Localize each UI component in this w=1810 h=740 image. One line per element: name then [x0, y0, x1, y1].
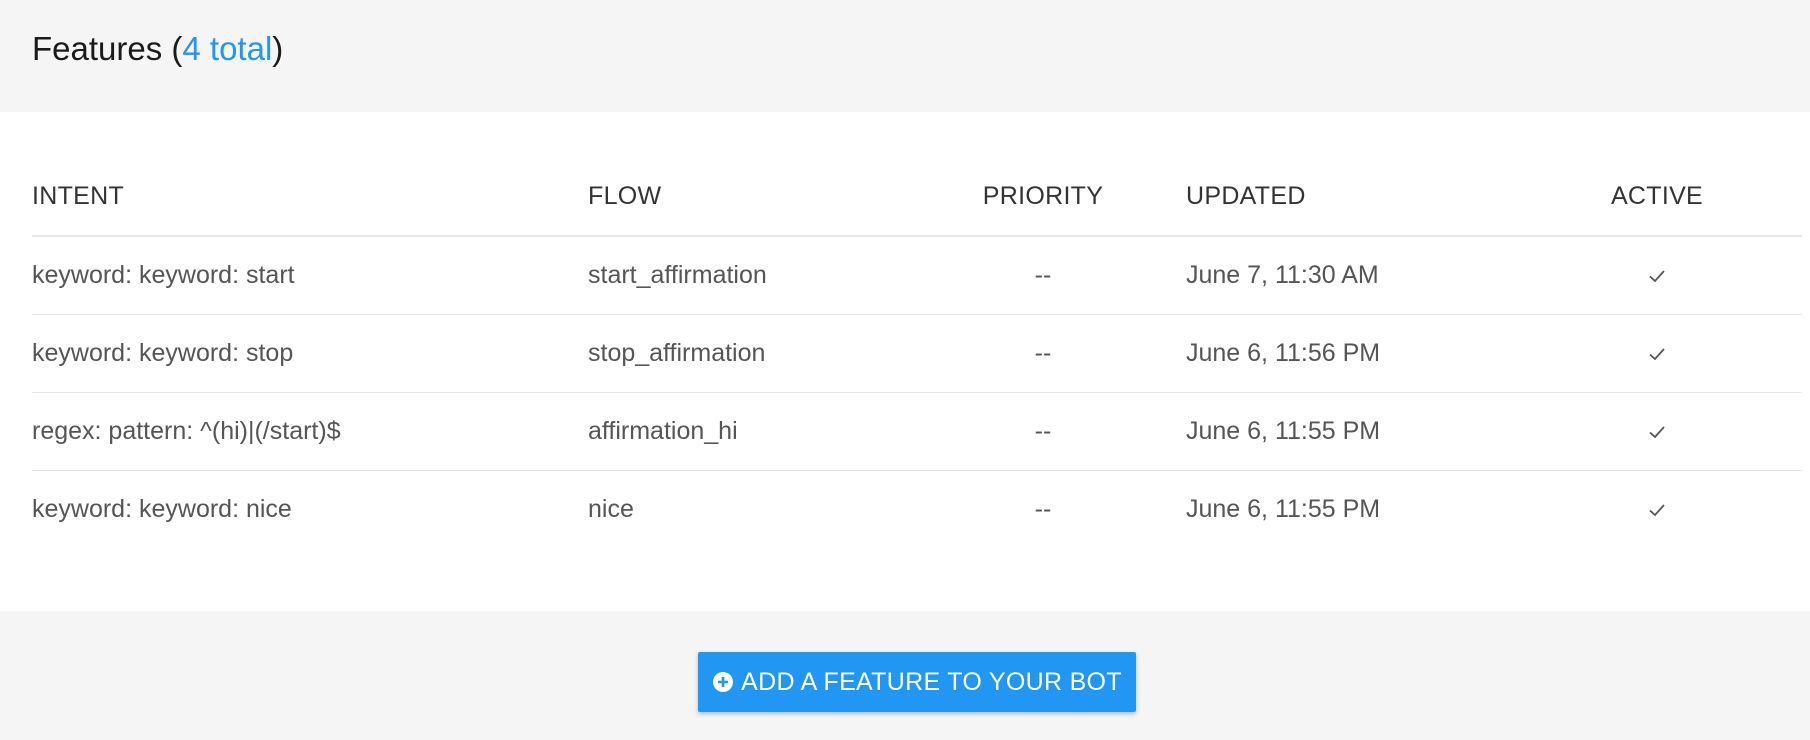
active-cell: [1552, 471, 1762, 549]
updated-cell: June 6, 11:56 PM: [1156, 314, 1552, 393]
features-panel: INTENT FLOW PRIORITY UPDATED ACTIVE keyw…: [0, 112, 1810, 611]
page-title-close: ): [272, 30, 284, 67]
flow-cell: affirmation_hi: [588, 392, 930, 471]
features-table: INTENT FLOW PRIORITY UPDATED ACTIVE keyw…: [32, 157, 1802, 548]
table-row[interactable]: keyword: keyword: start start_affirmatio…: [32, 236, 1802, 315]
table-row[interactable]: regex: pattern: ^(hi)|(/start)$ affirmat…: [32, 392, 1802, 471]
active-cell: [1552, 392, 1762, 471]
flow-cell: nice: [588, 495, 634, 523]
features-page: Features (4 total) INTENT FLOW PRIORITY …: [0, 0, 1810, 740]
active-cell: [1552, 236, 1762, 315]
row-spacer: [1762, 392, 1802, 471]
checkmark-icon: [1649, 270, 1665, 283]
total-count-link[interactable]: 4 total: [182, 30, 272, 67]
intent-cell: keyword: keyword: stop: [32, 314, 588, 393]
intent-cell: keyword: keyword: start: [32, 236, 588, 315]
page-footer: ADD A FEATURE TO YOUR BOT: [0, 611, 1810, 740]
priority-cell: --: [930, 392, 1156, 471]
intent-cell: keyword: keyword: nice: [32, 495, 292, 523]
page-title-text: Features (: [32, 30, 183, 67]
flow-cell: stop_affirmation: [588, 314, 930, 393]
intent-cell: regex: pattern: ^(hi)|(/start)$: [32, 392, 588, 471]
column-header-spacer: [1762, 157, 1802, 237]
checkmark-icon: [1649, 504, 1665, 517]
add-feature-button-label: ADD A FEATURE TO YOUR BOT: [741, 667, 1122, 696]
row-spacer: [1762, 314, 1802, 393]
column-header-updated: UPDATED: [1156, 157, 1552, 237]
checkmark-icon: [1649, 348, 1665, 361]
page-header: Features (4 total): [0, 0, 1810, 112]
add-feature-button[interactable]: ADD A FEATURE TO YOUR BOT: [698, 652, 1136, 712]
priority-cell: --: [1034, 495, 1052, 523]
flow-cell: start_affirmation: [588, 236, 930, 315]
column-header-flow: FLOW: [588, 157, 930, 237]
active-cell: [1552, 314, 1762, 393]
column-header-active: ACTIVE: [1552, 157, 1762, 237]
column-header-priority: PRIORITY: [930, 157, 1156, 237]
priority-cell: --: [930, 236, 1156, 315]
updated-cell: June 6, 11:55 PM: [1186, 495, 1381, 523]
updated-cell: June 7, 11:30 AM: [1156, 236, 1552, 315]
table-row[interactable]: keyword: keyword: nice nice -- June 6, 1…: [32, 471, 1802, 549]
checkmark-icon: [1649, 426, 1665, 439]
priority-cell: --: [930, 314, 1156, 393]
row-spacer: [1762, 471, 1802, 549]
table-row[interactable]: keyword: keyword: stop stop_affirmation …: [32, 314, 1802, 393]
page-title: Features (4 total): [32, 30, 283, 68]
table-header-row: INTENT FLOW PRIORITY UPDATED ACTIVE: [32, 157, 1802, 237]
row-spacer: [1762, 236, 1802, 315]
column-header-intent: INTENT: [32, 157, 588, 237]
updated-cell: June 6, 11:55 PM: [1156, 392, 1552, 471]
plus-circle-icon: [713, 672, 734, 692]
